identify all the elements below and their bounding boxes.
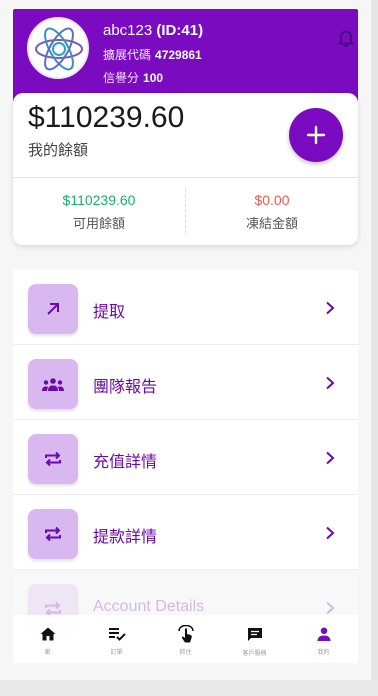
add-funds-button[interactable]: [289, 108, 343, 162]
balance-card: $110239.60 我的餘額 $110239.60 可用餘額 $0.00 凍結…: [13, 93, 358, 245]
available-balance: $110239.60 可用餘額: [13, 192, 185, 232]
avatar-logo-icon: [35, 27, 83, 71]
scrollbar: [371, 0, 378, 696]
username: abc123 (ID:41): [103, 22, 203, 39]
chevron-right-icon: [326, 376, 335, 390]
referral-code: 4729861: [155, 48, 202, 62]
credit-label: 信譽分: [103, 71, 140, 85]
credit-row: 信譽分 100: [103, 69, 163, 86]
app-screen: abc123 (ID:41) 擴展代碼 4729861 信譽分 100 $11023…: [0, 0, 371, 680]
available-label: 可用餘額: [72, 216, 125, 231]
menu-item-withdraw[interactable]: 提取: [13, 270, 358, 345]
person-icon: [317, 627, 330, 641]
menu-item-label: 充值詳情: [93, 454, 158, 471]
tab-label: 家: [44, 650, 51, 656]
referral-row: 擴展代碼 4729861: [103, 46, 202, 63]
user-id: (ID:41): [156, 22, 204, 39]
balance-amount: $110239.60: [28, 101, 185, 134]
menu-item-team-report[interactable]: 團隊報告: [13, 345, 358, 420]
chevron-right-icon: [326, 601, 335, 615]
menu-item-label: Account Details: [93, 598, 205, 615]
frozen-balance: $0.00 凍結金額: [186, 192, 358, 232]
available-value: $110239.60: [62, 192, 136, 208]
tab-label: 我的: [317, 650, 330, 656]
home-icon: [40, 627, 55, 641]
bottom-tab-bar: 家 訂單 抓住 客戶服務 我的: [13, 615, 358, 663]
tab-label: 訂單: [110, 650, 123, 656]
notification-bell-icon[interactable]: [338, 30, 354, 53]
frozen-value: $0.00: [254, 192, 290, 208]
tap-icon: [177, 625, 194, 643]
plus-icon: [306, 125, 326, 145]
page-edge: [0, 680, 378, 696]
chevron-right-icon: [326, 526, 335, 540]
menu-item-label: 團隊報告: [93, 379, 158, 396]
chevron-right-icon: [326, 301, 335, 315]
avatar[interactable]: [27, 17, 89, 79]
chevron-right-icon: [326, 451, 335, 465]
tab-customer-service[interactable]: 客戶服務: [220, 615, 289, 663]
order-list-icon: [108, 628, 126, 641]
credit-score: 100: [143, 71, 164, 85]
tab-label: 抓住: [179, 650, 192, 656]
tab-grab[interactable]: 抓住: [151, 615, 220, 663]
tab-home[interactable]: 家: [13, 615, 82, 663]
tab-orders[interactable]: 訂單: [82, 615, 151, 663]
group-icon: [28, 359, 78, 409]
arrow-up-right-icon: [28, 284, 78, 334]
menu-list: 提取 團隊報告 充值詳情 提款詳情 Account Details: [13, 270, 358, 645]
repeat-icon: [28, 434, 78, 484]
frozen-label: 凍結金額: [245, 216, 298, 231]
divider: [13, 177, 358, 178]
repeat-icon: [28, 509, 78, 559]
balance-label: 我的餘額: [28, 142, 89, 159]
tab-label: 客戶服務: [242, 651, 267, 657]
menu-item-label: 提款詳情: [93, 529, 158, 546]
chat-icon: [247, 628, 262, 641]
menu-item-label: 提取: [93, 304, 126, 321]
referral-label: 擴展代碼: [103, 48, 152, 62]
username-text: abc123: [103, 22, 153, 39]
menu-item-deposit-details[interactable]: 充值詳情: [13, 420, 358, 495]
menu-item-withdrawal-details[interactable]: 提款詳情: [13, 495, 358, 570]
tab-mine[interactable]: 我的: [289, 615, 358, 663]
